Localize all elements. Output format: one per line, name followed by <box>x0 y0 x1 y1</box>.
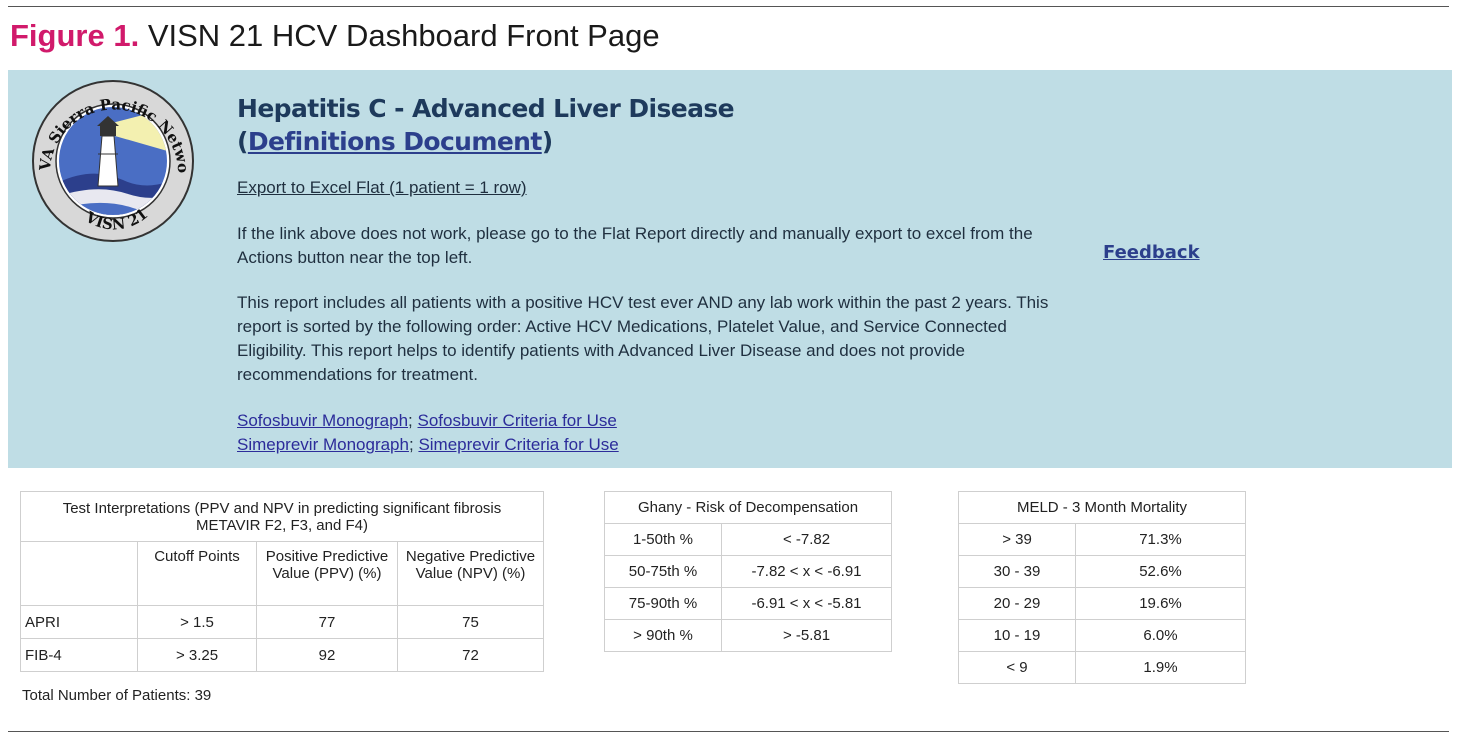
link-fallback-note: If the link above does not work, please … <box>237 224 1033 267</box>
total-patients: Total Number of Patients: 39 <box>22 687 212 704</box>
sofosbuvir-monograph-link[interactable]: Sofosbuvir Monograph <box>237 411 408 430</box>
test-header-cutoff: Cutoff Points <box>137 541 257 606</box>
test-cutoff: > 1.5 <box>137 605 257 639</box>
bottom-rule <box>8 731 1449 732</box>
meld-score-range: 30 - 39 <box>958 555 1076 588</box>
meld-mortality: 71.3% <box>1075 523 1246 556</box>
monograph-links: Sofosbuvir Monograph; Sofosbuvir Criteri… <box>237 409 619 457</box>
test-cutoff: > 3.25 <box>137 638 257 672</box>
meld-score-range: 10 - 19 <box>958 619 1076 652</box>
link-separator: ; <box>408 411 413 430</box>
table-row: 50-75th % -7.82 < x < -6.91 <box>604 555 892 588</box>
report-description: This report includes all patients with a… <box>237 293 1049 384</box>
ghany-range: -6.91 < x < -5.81 <box>721 587 892 620</box>
meld-score-range: < 9 <box>958 651 1076 684</box>
visn21-logo: VA Sierra Pacific Network VISN 21 <box>28 76 194 242</box>
test-ppv: 77 <box>256 605 398 639</box>
test-header-ppv: Positive Predictive Value (PPV) (%) <box>256 541 398 606</box>
page-header: Hepatitis C - Advanced Liver Disease (De… <box>237 92 1087 158</box>
table-row: < 9 1.9% <box>958 651 1246 684</box>
feedback-link[interactable]: Feedback <box>1103 242 1200 263</box>
table-row: APRI > 1.5 77 75 <box>20 605 544 639</box>
meld-mortality: 19.6% <box>1075 587 1246 620</box>
ghany-percentile: 75-90th % <box>604 587 722 620</box>
meld-mortality: 52.6% <box>1075 555 1246 588</box>
ghany-decompensation-table: Ghany - Risk of Decompensation 1-50th % <… <box>604 491 892 652</box>
definitions-line: (Definitions Document) <box>237 127 553 156</box>
test-table-title: Test Interpretations (PPV and NPV in pre… <box>20 491 544 542</box>
ghany-range: > -5.81 <box>721 619 892 652</box>
table-row: FIB-4 > 3.25 92 72 <box>20 638 544 672</box>
dashboard-banner: VA Sierra Pacific Network VISN 21 Hepati… <box>8 70 1452 468</box>
ghany-percentile: 50-75th % <box>604 555 722 588</box>
test-npv: 72 <box>397 638 544 672</box>
meld-mortality: 6.0% <box>1075 619 1246 652</box>
simeprevir-criteria-link[interactable]: Simeprevir Criteria for Use <box>418 435 618 454</box>
table-row: > 39 71.3% <box>958 523 1246 556</box>
link-separator: ; <box>408 435 414 454</box>
simeprevir-monograph-link[interactable]: Simeprevir Monograph <box>237 435 409 454</box>
ghany-percentile: > 90th % <box>604 619 722 652</box>
test-npv: 75 <box>397 605 544 639</box>
ghany-percentile: 1-50th % <box>604 523 722 556</box>
figure-caption: Figure 1. VISN 21 HCV Dashboard Front Pa… <box>10 16 660 56</box>
sofosbuvir-criteria-link[interactable]: Sofosbuvir Criteria for Use <box>418 411 617 430</box>
table-row: 1-50th % < -7.82 <box>604 523 892 556</box>
definitions-document-link[interactable]: Definitions Document <box>248 127 543 156</box>
test-interpretations-table: Test Interpretations (PPV and NPV in pre… <box>20 491 544 672</box>
test-name: APRI <box>20 605 138 639</box>
meld-score-range: > 39 <box>958 523 1076 556</box>
ghany-table-title: Ghany - Risk of Decompensation <box>604 491 892 524</box>
test-name: FIB-4 <box>20 638 138 672</box>
table-row: 20 - 29 19.6% <box>958 587 1246 620</box>
ghany-range: -7.82 < x < -6.91 <box>721 555 892 588</box>
test-header-npv: Negative Predictive Value (NPV) (%) <box>397 541 544 606</box>
ghany-range: < -7.82 <box>721 523 892 556</box>
meld-mortality-table: MELD - 3 Month Mortality > 39 71.3% 30 - … <box>958 491 1246 684</box>
test-header-blank <box>20 541 138 606</box>
table-row: 75-90th % -6.91 < x < -5.81 <box>604 587 892 620</box>
table-row: > 90th % > -5.81 <box>604 619 892 652</box>
meld-mortality: 1.9% <box>1075 651 1246 684</box>
table-row: 30 - 39 52.6% <box>958 555 1246 588</box>
meld-score-range: 20 - 29 <box>958 587 1076 620</box>
table-row: 10 - 19 6.0% <box>958 619 1246 652</box>
top-rule <box>8 6 1449 7</box>
page-title: Hepatitis C - Advanced Liver Disease <box>237 94 735 123</box>
figure-title: VISN 21 HCV Dashboard Front Page <box>147 18 660 53</box>
export-excel-link[interactable]: Export to Excel Flat (1 patient = 1 row) <box>237 176 527 200</box>
simeprevir-links-row: Simeprevir Monograph; Simeprevir Criteri… <box>237 433 619 457</box>
meld-table-title: MELD - 3 Month Mortality <box>958 491 1246 524</box>
test-ppv: 92 <box>256 638 398 672</box>
sofosbuvir-links-row: Sofosbuvir Monograph; Sofosbuvir Criteri… <box>237 409 619 433</box>
figure-number: Figure 1. <box>10 18 140 53</box>
